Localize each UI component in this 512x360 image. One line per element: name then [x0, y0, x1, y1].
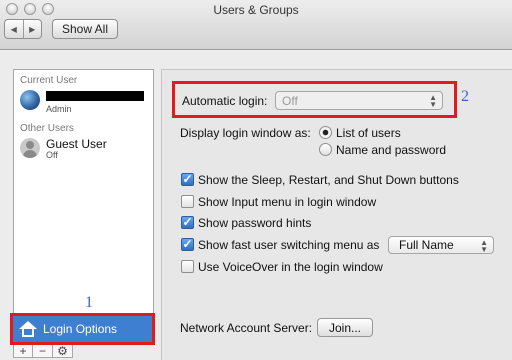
network-server-label: Network Account Server:: [180, 321, 313, 335]
window-title: Users & Groups: [213, 3, 299, 17]
password-hints-label: Show password hints: [198, 216, 312, 230]
popup-arrows-icon: ▲ ▼: [480, 238, 488, 254]
guest-user-name: Guest User: [46, 137, 107, 151]
back-arrow-icon[interactable]: ◀: [5, 20, 23, 38]
fast-user-switching-label: Show fast user switching menu as: [198, 238, 380, 252]
list-of-users-label: List of users: [336, 126, 401, 140]
current-user-row[interactable]: Admin: [18, 88, 152, 116]
back-forward-control: ◀ ▶: [4, 19, 42, 39]
guest-user-status: Off: [46, 150, 58, 160]
remove-user-button[interactable]: −: [33, 343, 53, 358]
display-as-label: Display login window as:: [180, 126, 311, 140]
gear-icon[interactable]: ⚙: [53, 343, 73, 358]
annotation-marker-2: 2: [461, 88, 469, 105]
title-bar: Users & Groups ◀ ▶ Show All: [0, 0, 512, 50]
current-user-heading: Current User: [20, 75, 78, 86]
annotation-box-automatic-login: [172, 81, 457, 118]
guest-user-row[interactable]: Guest User Off: [18, 136, 152, 164]
other-users-heading: Other Users: [20, 123, 74, 134]
guest-avatar-icon: [20, 138, 40, 158]
voiceover-checkbox[interactable]: [181, 260, 194, 273]
annotation-box-login-options: [10, 313, 155, 345]
fast-user-switching-checkbox[interactable]: ✓: [181, 238, 194, 251]
name-and-password-radio[interactable]: [319, 143, 332, 156]
join-button[interactable]: Join...: [317, 318, 373, 337]
sleep-restart-shutdown-checkbox[interactable]: ✓: [181, 173, 194, 186]
input-menu-label: Show Input menu in login window: [198, 195, 377, 209]
sidebar-footer-controls: + − ⚙: [13, 343, 154, 360]
input-menu-checkbox[interactable]: [181, 195, 194, 208]
forward-arrow-icon[interactable]: ▶: [22, 20, 42, 38]
name-and-password-label: Name and password: [336, 143, 447, 157]
current-user-role: Admin: [46, 104, 72, 114]
annotation-marker-1: 1: [85, 294, 93, 311]
fast-switch-format-value: Full Name: [399, 238, 454, 252]
users-sidebar: Current User Admin Other Users Guest Use…: [13, 69, 154, 345]
password-hints-checkbox[interactable]: ✓: [181, 216, 194, 229]
redacted-user-name: [46, 91, 144, 101]
list-of-users-radio[interactable]: [319, 126, 332, 139]
fast-switch-format-popup[interactable]: Full Name ▲ ▼: [388, 236, 494, 254]
show-all-button[interactable]: Show All: [52, 19, 118, 39]
sleep-restart-shutdown-label: Show the Sleep, Restart, and Shut Down b…: [198, 173, 459, 187]
add-user-button[interactable]: +: [13, 343, 33, 358]
earth-icon: [20, 90, 40, 110]
voiceover-label: Use VoiceOver in the login window: [198, 260, 383, 274]
users-groups-window: Users & Groups ◀ ▶ Show All Current User…: [0, 0, 512, 360]
